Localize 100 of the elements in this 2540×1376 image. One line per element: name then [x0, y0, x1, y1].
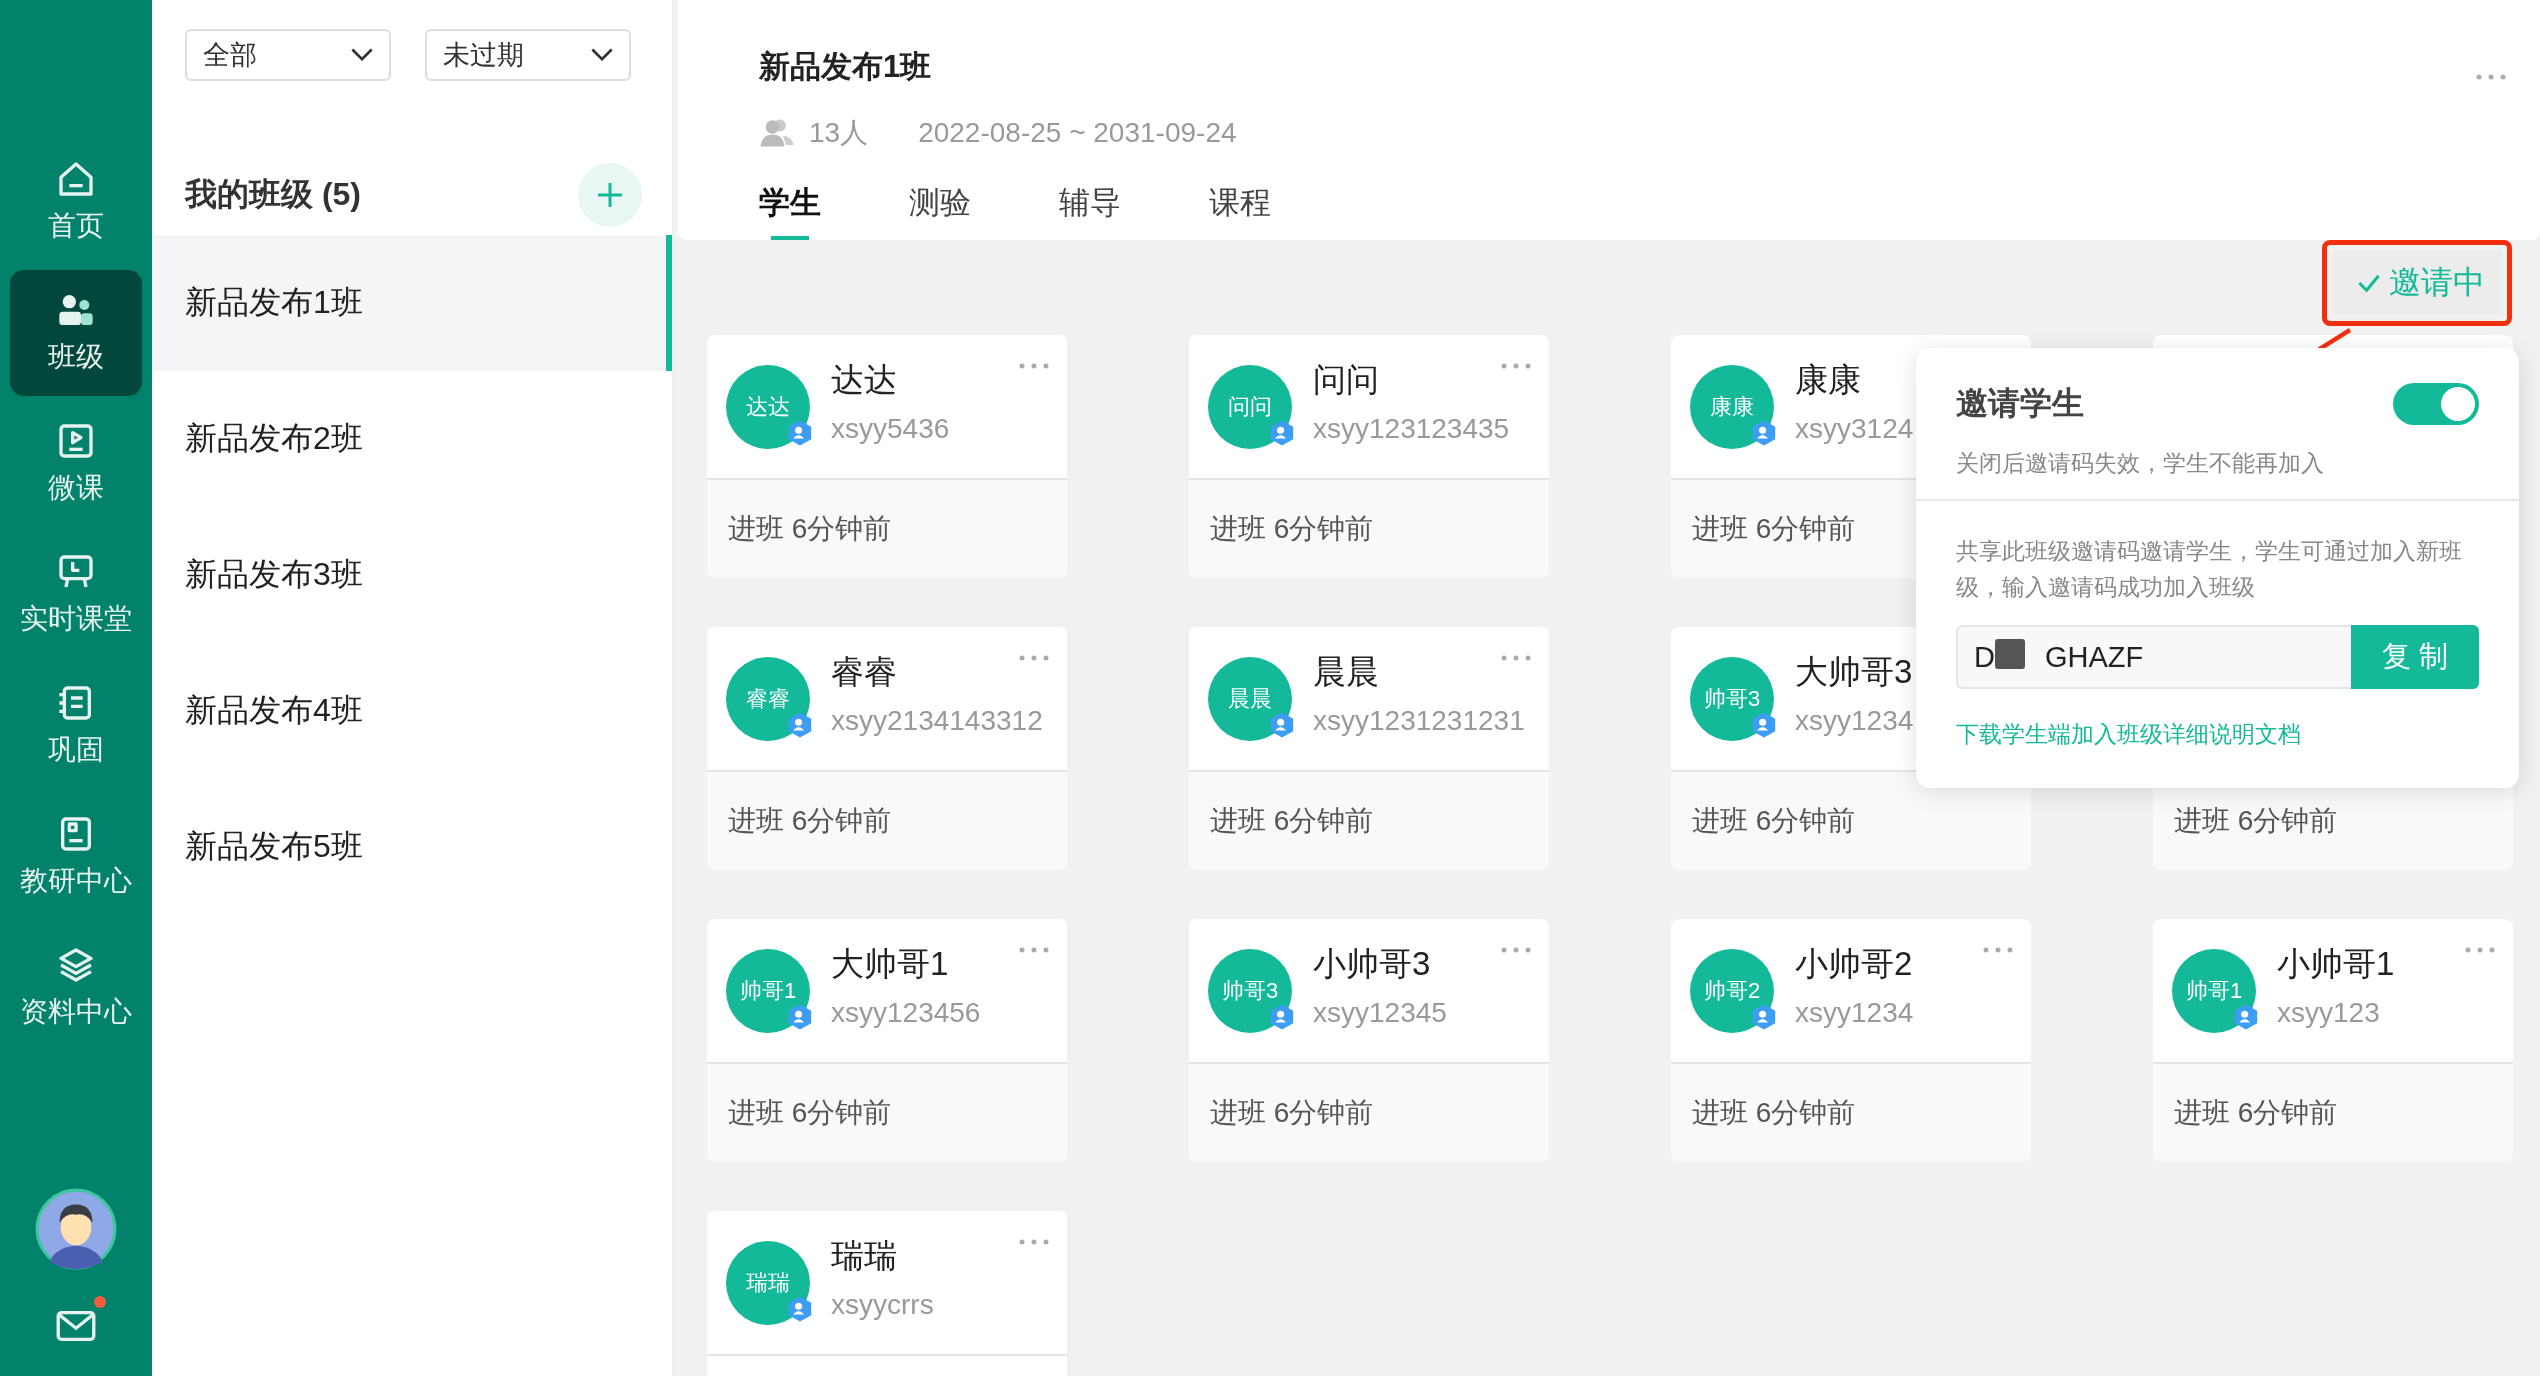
join-time: 进班 6分钟前 — [728, 1096, 892, 1130]
more-icon[interactable] — [1501, 655, 1531, 661]
class-item[interactable]: 新品发布5班 — [152, 779, 672, 915]
student-name: 大帅哥1 — [831, 944, 949, 984]
nav-item[interactable]: 班级 — [10, 270, 142, 396]
join-time: 进班 6分钟前 — [1692, 804, 1856, 838]
user-badge-icon — [786, 1295, 814, 1323]
nav-item[interactable]: 微课 — [10, 401, 142, 527]
student-card[interactable]: 帅哥3 小帅哥3 xsyy12345 进班 6分钟前 — [1189, 919, 1549, 1162]
student-name: 小帅哥2 — [1795, 944, 1913, 984]
student-card[interactable]: 达达 达达 xsyy5436 进班 6分钟前 — [707, 335, 1067, 578]
filter-dropdown[interactable]: 未过期 — [425, 29, 631, 81]
class-item[interactable]: 新品发布4班 — [152, 643, 672, 779]
class-title: 新品发布1班 — [759, 48, 932, 86]
chevron-down-icon — [351, 48, 373, 62]
join-time: 进班 6分钟前 — [1210, 1096, 1374, 1130]
filter-dropdown[interactable]: 全部 — [185, 29, 391, 81]
user-badge-icon — [786, 1003, 814, 1031]
more-icon[interactable] — [1019, 363, 1049, 369]
chevron-down-icon — [591, 48, 613, 62]
student-avatar: 达达 — [726, 364, 810, 449]
student-card[interactable]: 帅哥2 小帅哥2 xsyy1234 进班 6分钟前 — [1671, 919, 2031, 1162]
student-name: 小帅哥3 — [1313, 944, 1431, 984]
plus-icon — [595, 180, 625, 210]
more-icon[interactable] — [2476, 74, 2506, 80]
student-account: xsyy3124 — [1795, 413, 1914, 445]
student-account: xsyy5436 — [831, 413, 950, 445]
tab[interactable]: 测验 — [909, 182, 971, 240]
join-time: 进班 6分钟前 — [2174, 804, 2338, 838]
student-avatar: 睿睿 — [726, 656, 810, 741]
more-icon[interactable] — [1501, 363, 1531, 369]
student-account: xsyycrrs — [831, 1289, 934, 1321]
student-account: xsyy12345 — [1313, 997, 1447, 1029]
student-account: xsyy1231231231 — [1313, 705, 1525, 737]
more-icon[interactable] — [1019, 947, 1049, 953]
student-avatar: 帅哥1 — [2172, 948, 2256, 1033]
house-icon — [56, 159, 96, 199]
student-avatar: 晨晨 — [1208, 656, 1292, 741]
user-badge-icon — [1268, 711, 1296, 739]
user-badge-icon — [786, 419, 814, 447]
more-icon[interactable] — [2465, 947, 2495, 953]
student-avatar: 康康 — [1690, 364, 1774, 449]
nav-item[interactable]: 资料中心 — [10, 925, 142, 1051]
student-name: 大帅哥3 — [1795, 652, 1913, 692]
student-avatar: 问问 — [1208, 364, 1292, 449]
join-time: 进班 6分钟前 — [1692, 1096, 1856, 1130]
student-card[interactable]: 问问 问问 xsyy123123435 进班 6分钟前 — [1189, 335, 1549, 578]
check-icon — [2357, 273, 2381, 293]
class-item[interactable]: 新品发布3班 — [152, 507, 672, 643]
student-avatar: 帅哥3 — [1208, 948, 1292, 1033]
student-name: 小帅哥1 — [2277, 944, 2395, 984]
student-card[interactable]: 帅哥1 小帅哥1 xsyy123 进班 6分钟前 — [2153, 919, 2513, 1162]
user-avatar[interactable] — [35, 1188, 117, 1270]
user-badge-icon — [1750, 711, 1778, 739]
student-account: xsyy1234 — [1795, 705, 1914, 737]
student-avatar: 帅哥2 — [1690, 948, 1774, 1033]
layers-icon — [56, 945, 96, 985]
play-screen-icon — [56, 421, 96, 461]
student-name: 睿睿 — [831, 652, 897, 692]
user-badge-icon — [1750, 1003, 1778, 1031]
invite-toggle[interactable] — [2393, 383, 2479, 425]
user-badge-icon — [786, 711, 814, 739]
class-item[interactable]: 新品发布1班 — [152, 235, 672, 371]
nav-item[interactable]: 教研中心 — [10, 794, 142, 920]
redaction-mark — [1994, 639, 2025, 669]
student-name: 问问 — [1313, 360, 1379, 400]
nav-item[interactable]: 实时课堂 — [10, 532, 142, 658]
student-card[interactable]: 晨晨 晨晨 xsyy1231231231 进班 6分钟前 — [1189, 627, 1549, 870]
nav-item[interactable]: 巩固 — [10, 663, 142, 789]
user-badge-icon — [2232, 1003, 2260, 1031]
student-card[interactable]: 瑞瑞 瑞瑞 xsyycrrs — [707, 1211, 1067, 1376]
tab[interactable]: 辅导 — [1059, 182, 1121, 240]
people-icon — [759, 118, 795, 148]
tab[interactable]: 课程 — [1209, 182, 1271, 240]
invite-code-field[interactable]: D GHAZF — [1956, 625, 2351, 689]
student-avatar: 帅哥1 — [726, 948, 810, 1033]
student-card[interactable]: 睿睿 睿睿 xsyy2134143312 进班 6分钟前 — [707, 627, 1067, 870]
join-time: 进班 6分钟前 — [1210, 512, 1374, 546]
student-avatar: 瑞瑞 — [726, 1240, 810, 1325]
class-period: 2022-08-25 ~ 2031-09-24 — [918, 117, 1237, 149]
mail-icon[interactable] — [56, 1310, 96, 1342]
more-icon[interactable] — [1983, 947, 2013, 953]
student-name: 瑞瑞 — [831, 1236, 897, 1276]
student-account: xsyy123 — [2277, 997, 2380, 1029]
student-name: 晨晨 — [1313, 652, 1379, 692]
student-card[interactable]: 帅哥1 大帅哥1 xsyy123456 进班 6分钟前 — [707, 919, 1067, 1162]
tab[interactable]: 学生 — [759, 182, 821, 240]
nav-item[interactable]: 首页 — [10, 139, 142, 265]
join-time: 进班 6分钟前 — [1210, 804, 1374, 838]
student-avatar: 帅哥3 — [1690, 656, 1774, 741]
class-item[interactable]: 新品发布2班 — [152, 371, 672, 507]
more-icon[interactable] — [1019, 655, 1049, 661]
join-time: 进班 6分钟前 — [728, 512, 892, 546]
member-count: 13人 — [809, 116, 869, 150]
more-icon[interactable] — [1501, 947, 1531, 953]
join-time: 进班 6分钟前 — [1692, 512, 1856, 546]
more-icon[interactable] — [1019, 1239, 1049, 1245]
student-account: xsyy1234 — [1795, 997, 1914, 1029]
popup-note: 关闭后邀请码失效，学生不能再加入 — [1916, 426, 2519, 501]
user-badge-icon — [1268, 419, 1296, 447]
